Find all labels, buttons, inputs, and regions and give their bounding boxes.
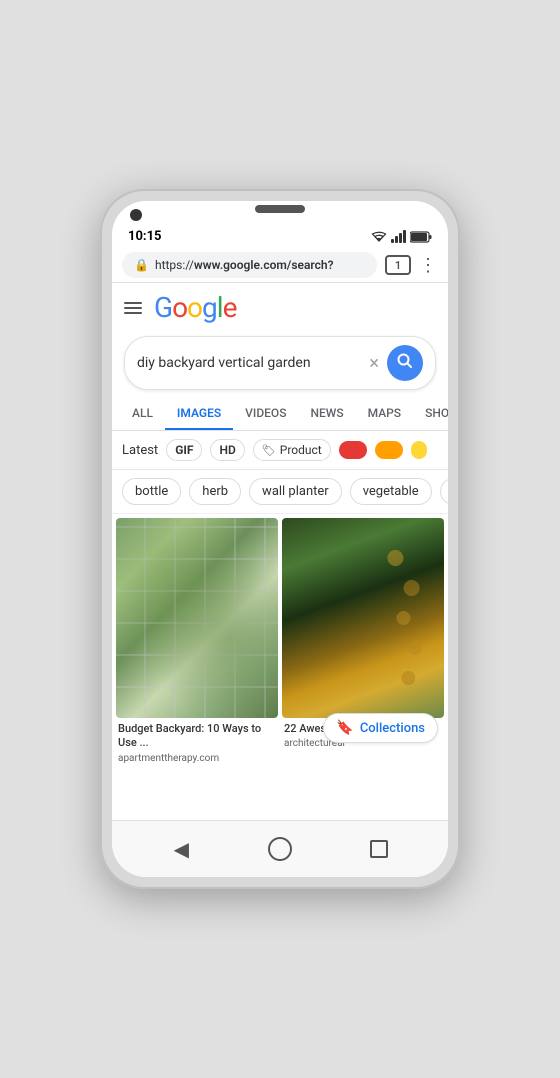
- chip-vegetable[interactable]: vegetable: [350, 478, 432, 505]
- bottom-nav: ◀: [112, 820, 448, 877]
- nav-back-button[interactable]: ◀: [165, 833, 197, 865]
- filter-product-label: Product: [280, 443, 322, 457]
- chip-herb[interactable]: herb: [189, 478, 241, 505]
- color-swatch-yellow[interactable]: [411, 441, 427, 459]
- tab-all[interactable]: ALL: [120, 398, 165, 430]
- image-source-1: apartmenttherapy.com: [118, 753, 276, 764]
- search-tabs: ALL IMAGES VIDEOS NEWS MAPS SHOPPI...: [112, 398, 448, 431]
- browser-content[interactable]: Google diy backyard vertical garden ×: [112, 283, 448, 820]
- collections-button[interactable]: 🔖 Collections: [323, 713, 438, 743]
- search-box[interactable]: diy backyard vertical garden ×: [124, 336, 436, 390]
- tab-count: 1: [395, 259, 401, 272]
- filter-product[interactable]: 🏷 Product: [253, 439, 331, 461]
- lock-icon: 🔒: [134, 258, 149, 272]
- nav-recents-button[interactable]: [363, 833, 395, 865]
- google-logo: Google: [154, 291, 236, 324]
- image-card-1[interactable]: Budget Backyard: 10 Ways to Use ... apar…: [116, 518, 278, 766]
- tag-icon: 🏷: [262, 444, 276, 457]
- address-bar[interactable]: 🔒 https://www.google.com/search? 1 ⋮: [112, 248, 448, 283]
- tab-news[interactable]: NEWS: [298, 398, 355, 430]
- suggestion-chips: bottle herb wall planter vegetable indoc: [112, 470, 448, 514]
- chip-bottle[interactable]: bottle: [122, 478, 181, 505]
- image-column-right: 22 Awesome architecturear 🔖 Collections: [282, 518, 444, 766]
- more-menu-button[interactable]: ⋮: [419, 255, 438, 276]
- image-column-left: Budget Backyard: 10 Ways to Use ... apar…: [116, 518, 278, 766]
- url-box[interactable]: 🔒 https://www.google.com/search?: [122, 252, 377, 278]
- google-header: Google: [112, 283, 448, 332]
- collections-icon: 🔖: [336, 720, 353, 736]
- tab-count-button[interactable]: 1: [385, 255, 411, 275]
- phone-camera: [130, 209, 142, 221]
- image-title-1: Budget Backyard: 10 Ways to Use ...: [118, 722, 276, 751]
- url-text: https://www.google.com/search?: [155, 258, 334, 272]
- image-caption-1: Budget Backyard: 10 Ways to Use ... apar…: [116, 718, 278, 766]
- tab-videos[interactable]: VIDEOS: [233, 398, 298, 430]
- search-submit-button[interactable]: [387, 345, 423, 381]
- search-icon: [397, 353, 413, 374]
- recents-icon: [370, 840, 388, 858]
- home-icon: [268, 837, 292, 861]
- back-icon: ◀: [174, 837, 189, 861]
- chip-wall-planter[interactable]: wall planter: [249, 478, 342, 505]
- tab-maps[interactable]: MAPS: [356, 398, 413, 430]
- status-time: 10:15: [128, 229, 162, 244]
- chip-indoor[interactable]: indoc: [440, 478, 448, 505]
- tab-shopping[interactable]: SHOPPI...: [413, 398, 448, 430]
- signal-icon: [391, 230, 406, 243]
- filter-hd[interactable]: HD: [210, 439, 244, 461]
- image-grid: Budget Backyard: 10 Ways to Use ... apar…: [112, 514, 448, 770]
- battery-icon: [410, 231, 432, 243]
- tab-images[interactable]: IMAGES: [165, 398, 233, 430]
- url-domain: www.google.com: [194, 258, 287, 272]
- collections-label: Collections: [360, 721, 425, 736]
- search-query: diy backyard vertical garden: [137, 355, 361, 371]
- image-card-2[interactable]: 22 Awesome architecturear 🔖 Collections: [282, 518, 444, 751]
- nav-home-button[interactable]: [264, 833, 296, 865]
- url-path: /search?: [287, 258, 334, 272]
- phone-speaker: [255, 205, 305, 213]
- phone-frame: 10:15: [100, 189, 460, 889]
- search-clear-button[interactable]: ×: [369, 353, 379, 374]
- filter-bar: Latest GIF HD 🏷 Product: [112, 431, 448, 470]
- phone-screen: 10:15: [112, 201, 448, 877]
- filter-gif[interactable]: GIF: [166, 439, 202, 461]
- image-1: [116, 518, 278, 718]
- filter-latest[interactable]: Latest: [122, 443, 158, 458]
- status-icons: [371, 230, 432, 243]
- image-2: [282, 518, 444, 718]
- wifi-icon: [371, 231, 387, 243]
- color-swatch-red[interactable]: [339, 441, 367, 459]
- color-swatch-orange[interactable]: [375, 441, 403, 459]
- hamburger-menu[interactable]: [124, 302, 142, 314]
